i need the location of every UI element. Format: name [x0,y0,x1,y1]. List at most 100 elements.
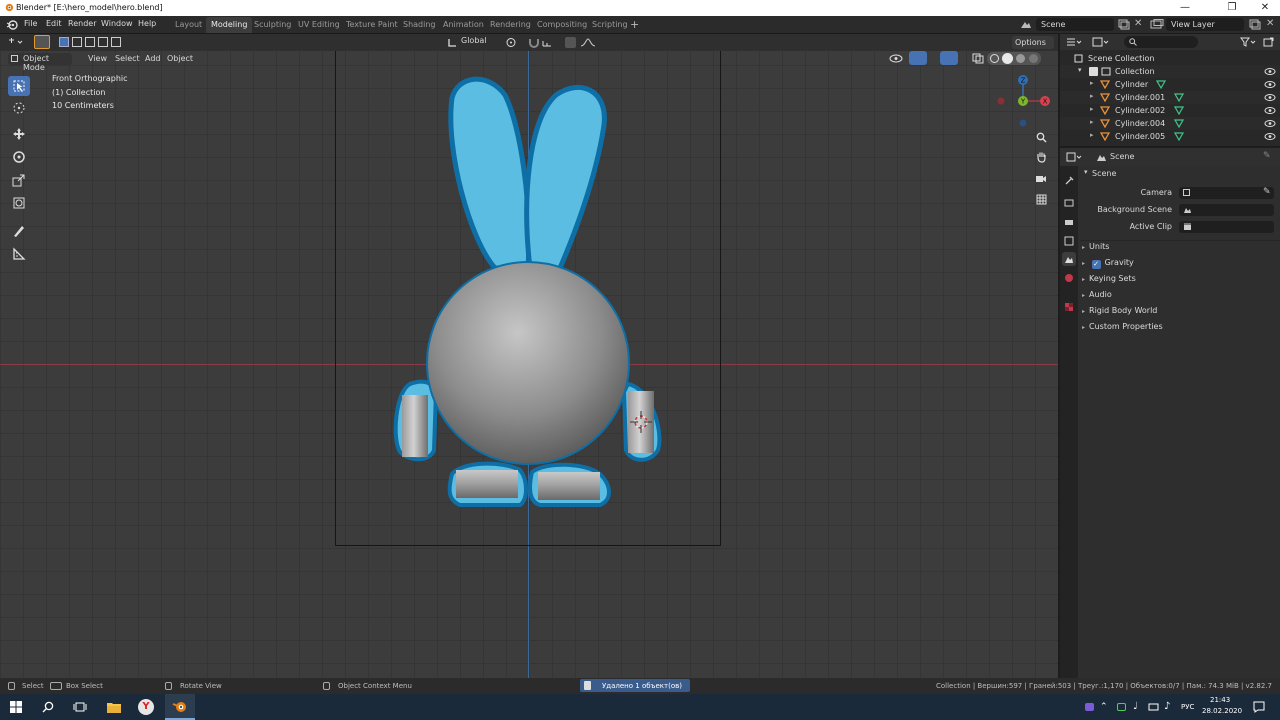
menu-select[interactable]: Select [115,54,140,63]
pin-icon[interactable]: ✎ [1263,151,1271,161]
collection-row[interactable]: ▾ Collection [1060,65,1280,78]
camera-view-icon[interactable] [1032,169,1050,187]
output-tab-icon[interactable] [1062,215,1076,229]
outliner-item-cylinder-004[interactable]: ▸ Cylinder.004 [1060,117,1280,130]
select-tool-icon[interactable] [8,76,30,96]
expand-icon[interactable]: ▸ [1090,79,1094,87]
tool-tab-icon[interactable] [1062,174,1076,188]
expand-icon[interactable]: ▸ [1082,324,1085,331]
snap-target-icon[interactable] [541,37,557,48]
menu-help[interactable]: Help [138,19,156,28]
copy-view-layer-icon[interactable] [1249,19,1261,30]
expand-icon[interactable]: ▸ [1082,244,1085,251]
tab-compositing[interactable]: Compositing [532,17,592,33]
tab-animation[interactable]: Animation [438,17,489,33]
tray-chevron-icon[interactable]: ⌃ [1100,702,1108,712]
tray-app-icon[interactable] [1085,703,1094,711]
camera-field[interactable]: ✎ [1179,187,1274,199]
tray-status-icon[interactable] [1117,703,1126,711]
background-scene-field[interactable] [1179,204,1274,216]
expand-icon[interactable]: ▸ [1090,92,1094,100]
outliner-editor-icon[interactable] [1066,37,1082,47]
add-workspace-icon[interactable]: + [630,18,639,31]
notifications-icon[interactable] [1253,701,1265,713]
extend-selection-icon[interactable] [72,37,82,47]
select-box-mode-icon[interactable] [34,35,50,49]
blender-menu-icon[interactable] [6,19,18,31]
set-selection-icon[interactable] [59,37,69,47]
maximize-button[interactable]: ❐ [1217,1,1247,15]
scene-selector[interactable]: Scene [1036,18,1114,31]
expand-icon[interactable]: ▸ [1090,105,1094,113]
report-message[interactable]: Удалено 1 объект(ов) [580,679,690,692]
expand-icon[interactable]: ▸ [1082,292,1085,299]
measure-tool-icon[interactable] [8,244,30,264]
section-keying-sets[interactable]: ▸ Keying Sets [1082,274,1136,283]
remove-scene-icon[interactable]: ✕ [1134,18,1142,29]
remove-view-layer-icon[interactable]: ✕ [1266,18,1274,29]
orientation-icon[interactable] [447,37,458,48]
menu-edit[interactable]: Edit [46,19,62,28]
render-tab-icon[interactable] [1062,196,1076,210]
expand-icon[interactable]: ▸ [1082,276,1085,283]
menu-view[interactable]: View [88,54,107,63]
tab-scripting[interactable]: Scripting [587,17,633,33]
section-custom-properties[interactable]: ▸ Custom Properties [1082,322,1163,331]
perspective-grid-icon[interactable] [1032,190,1050,208]
3d-viewport[interactable]: Front Orthographic (1) Collection 10 Cen… [0,34,1058,678]
clock-time[interactable]: 21:43 [1210,696,1230,704]
filter-icon[interactable] [1240,37,1256,47]
menu-add[interactable]: Add [145,54,161,63]
expand-icon[interactable]: ▸ [1090,131,1094,139]
section-audio[interactable]: ▸ Audio [1082,290,1112,299]
scene-icon[interactable] [1019,19,1033,31]
task-view-icon[interactable] [73,701,87,713]
move-tool-icon[interactable] [8,124,30,144]
view-layer-selector[interactable]: View Layer [1166,18,1244,31]
invert-selection-icon[interactable] [98,37,108,47]
view-layer-tab-icon[interactable] [1062,234,1076,248]
microphone-icon[interactable]: ♩ [1133,701,1138,712]
expand-icon[interactable]: ▸ [1090,118,1094,126]
section-gravity[interactable]: ▸ ✓ Gravity [1082,258,1134,269]
snap-icon[interactable] [528,37,540,48]
options-dropdown[interactable]: Options [1012,36,1054,49]
section-rigid-body-world[interactable]: ▸ Rigid Body World [1082,306,1157,315]
tab-uv-editing[interactable]: UV Editing [293,17,345,33]
close-button[interactable]: ✕ [1250,1,1280,15]
outliner-item-cylinder[interactable]: ▸ Cylinder [1060,78,1280,91]
search-icon[interactable] [42,701,54,713]
active-clip-field[interactable] [1179,221,1274,233]
checkbox-icon[interactable] [1089,67,1098,76]
navigation-gizmo[interactable]: Z X Y [996,72,1052,128]
expand-icon[interactable]: ▸ [1082,308,1085,315]
network-icon[interactable] [1148,702,1160,712]
annotate-tool-icon[interactable] [8,221,30,241]
view-layer-icon[interactable] [1150,19,1164,30]
bunny-model[interactable] [380,74,680,514]
intersect-selection-icon[interactable] [111,37,121,47]
texture-tab-icon[interactable] [1062,300,1076,314]
display-mode-icon[interactable] [1092,37,1110,47]
mode-dropdown[interactable]: Object Mode [8,53,72,72]
scale-tool-icon[interactable] [8,170,30,190]
collapse-icon[interactable]: ▾ [1078,66,1082,74]
file-explorer-icon[interactable] [106,700,122,714]
expand-icon[interactable]: ▸ [1082,260,1085,267]
transform-orientation[interactable]: Global [461,36,487,45]
clock-date[interactable]: 28.02.2020 [1202,707,1242,715]
subtract-selection-icon[interactable] [85,37,95,47]
copy-scene-icon[interactable] [1118,19,1130,30]
yandex-browser-icon[interactable]: Y [138,699,154,715]
zoom-icon[interactable] [1032,128,1050,146]
outliner-search-input[interactable] [1124,36,1198,48]
properties-editor-icon[interactable] [1066,152,1082,162]
world-tab-icon[interactable] [1062,271,1076,285]
pan-hand-icon[interactable] [1032,148,1050,166]
menu-render[interactable]: Render [68,19,96,28]
tab-layout[interactable]: Layout [170,17,207,33]
tab-shading[interactable]: Shading [398,17,441,33]
cursor-tool-icon[interactable] [8,98,30,118]
transform-tool-icon[interactable] [8,193,30,213]
proportional-edit-icon[interactable] [565,37,576,48]
